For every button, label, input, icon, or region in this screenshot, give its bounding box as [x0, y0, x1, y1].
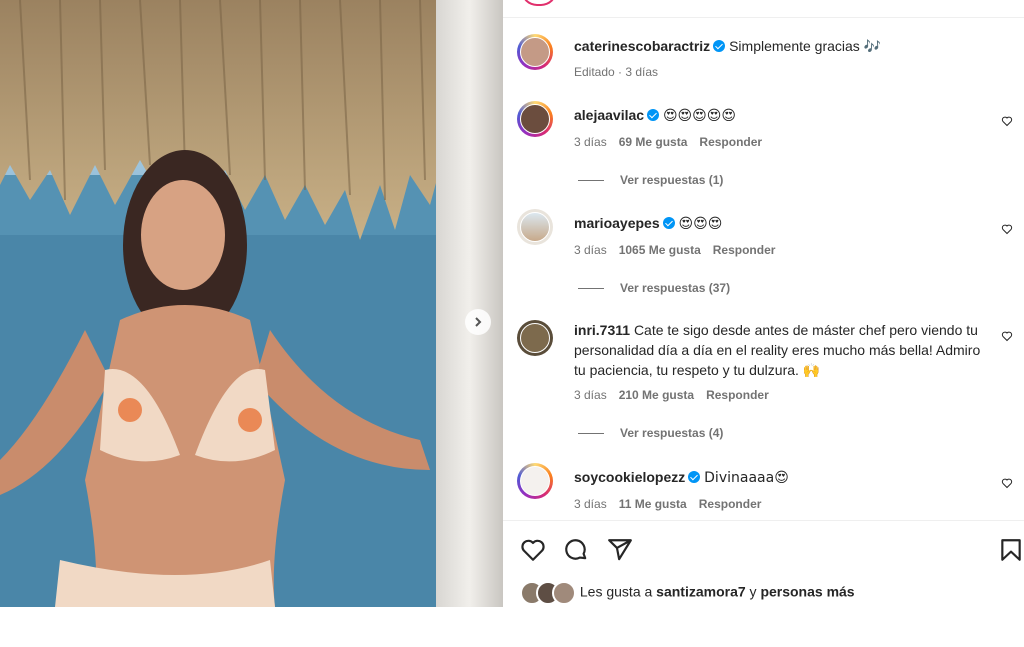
divider	[503, 17, 1024, 18]
reply-button[interactable]: Responder	[699, 135, 762, 149]
avatar[interactable]	[517, 34, 553, 70]
comment-icon[interactable]	[563, 537, 589, 563]
comment-likes[interactable]: 1065 Me gusta	[619, 243, 701, 257]
heart-icon[interactable]	[1001, 477, 1013, 489]
caption-meta: Editado · 3 días	[574, 65, 659, 79]
comment-likes[interactable]: 69 Me gusta	[619, 135, 688, 149]
share-icon[interactable]	[607, 537, 633, 563]
likes-summary: Les gusta a santizamora7 y personas más	[520, 581, 855, 605]
caption-text: Simplemente gracias	[729, 38, 860, 54]
comment-text: 😍😍😍😍😍	[662, 108, 736, 124]
view-replies-button[interactable]: Ver respuestas (1)	[578, 173, 723, 187]
likes-user[interactable]: santizamora7	[656, 584, 745, 600]
comment-text: Cate te sigo desde antes de máster chef …	[574, 322, 981, 378]
header-avatar[interactable]	[521, 0, 557, 6]
comment-time[interactable]: 3 días	[574, 497, 607, 511]
likes-prefix: Les gusta a	[579, 583, 653, 600]
verified-icon	[662, 217, 675, 229]
view-replies-button[interactable]: Ver respuestas (4)	[578, 426, 723, 440]
likes-others[interactable]: personas más	[760, 584, 854, 600]
comment-likes[interactable]: 11 Me gusta	[619, 497, 687, 511]
reply-button[interactable]: Responder	[713, 243, 776, 257]
comment-username[interactable]: inri.7311	[574, 322, 630, 338]
comment-time[interactable]: 3 días	[574, 388, 607, 402]
heart-icon[interactable]	[520, 537, 546, 563]
avatar	[552, 581, 576, 605]
post-actions: Les gusta a santizamora7 y personas más	[503, 520, 1024, 607]
verified-icon	[688, 471, 701, 483]
reply-button[interactable]: Responder	[706, 388, 769, 402]
bookmark-icon[interactable]	[998, 537, 1024, 563]
likes-mid: y	[749, 583, 757, 600]
next-photo-button[interactable]	[465, 309, 491, 335]
page-bottom	[0, 607, 1024, 647]
divider	[578, 288, 604, 290]
view-replies-label: Ver respuestas (1)	[620, 173, 724, 187]
avatar[interactable]	[517, 320, 553, 356]
verified-icon	[713, 40, 726, 52]
comment-text: Divinaaaa😍	[704, 470, 789, 486]
heart-icon[interactable]	[1001, 115, 1013, 127]
comment-username[interactable]: alejaavilac	[574, 107, 644, 123]
avatar[interactable]	[517, 101, 553, 137]
caption-emoji: 🎶	[863, 39, 882, 55]
comments-panel: caterinescobaractriz Simplemente gracias…	[503, 0, 1024, 607]
comment-likes[interactable]: 210 Me gusta	[619, 388, 694, 402]
post-photo[interactable]	[0, 0, 503, 607]
post-image	[0, 0, 503, 607]
view-replies-label: Ver respuestas (4)	[620, 426, 724, 440]
avatar[interactable]	[517, 209, 553, 245]
comment-text: 😍😍😍	[678, 216, 723, 232]
heart-icon[interactable]	[1001, 330, 1013, 342]
view-replies-button[interactable]: Ver respuestas (37)	[578, 281, 730, 295]
divider	[578, 433, 604, 435]
verified-icon	[647, 109, 660, 121]
chevron-right-icon	[475, 317, 482, 327]
caption-username[interactable]: caterinescobaractriz	[574, 38, 710, 54]
divider	[578, 180, 604, 182]
comment-username[interactable]: marioayepes	[574, 215, 660, 231]
avatar[interactable]	[517, 463, 553, 499]
reply-button[interactable]: Responder	[699, 497, 762, 511]
heart-icon[interactable]	[1001, 223, 1013, 235]
view-replies-label: Ver respuestas (37)	[620, 281, 731, 295]
comment-username[interactable]: soycookielopezz	[574, 469, 685, 485]
comment-time[interactable]: 3 días	[574, 135, 607, 149]
comment-time[interactable]: 3 días	[574, 243, 607, 257]
